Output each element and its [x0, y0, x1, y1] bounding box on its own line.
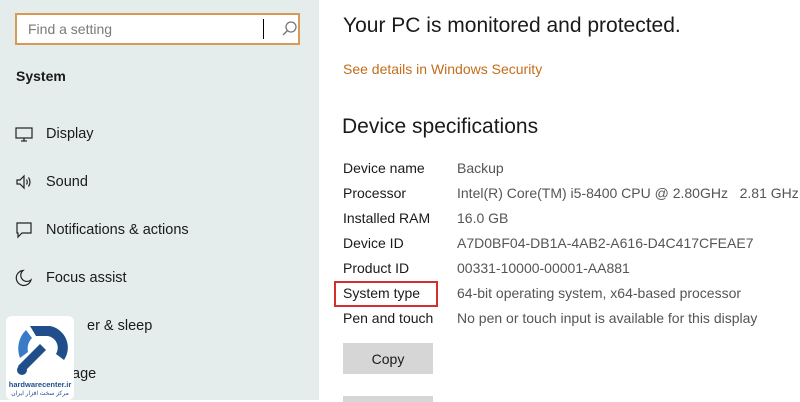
speaker-icon	[16, 174, 31, 190]
spec-value: 64-bit operating system, x64-based proce…	[457, 285, 742, 301]
sidebar-item-display[interactable]: Display	[0, 116, 319, 152]
spec-value: Intel(R) Core(TM) i5-8400 CPU @ 2.80GHz …	[457, 185, 799, 201]
spec-label: Product ID	[343, 260, 410, 276]
spec-label: Processor	[343, 185, 407, 201]
spec-row-installed-ram: Installed RAM 16.0 GB	[343, 210, 798, 232]
watermark-site: hardwarecenter.ir	[8, 380, 72, 389]
spec-row-product-id: Product ID 00331-10000-00001-AA881	[343, 260, 798, 282]
spec-value: Backup	[457, 160, 504, 176]
spec-row-device-id: Device ID A7D0BF04-DB1A-4AB2-A616-D4C417…	[343, 235, 798, 257]
sidebar-item-focus-assist[interactable]: Focus assist	[0, 260, 319, 296]
moon-icon	[15, 269, 33, 286]
display-icon	[15, 127, 33, 142]
copy-button[interactable]: Copy	[343, 343, 433, 374]
section-title: System	[16, 68, 66, 84]
spec-value: A7D0BF04-DB1A-4AB2-A616-D4C417CFEAE7	[457, 235, 754, 251]
hardwarecenter-logo: hardwarecenter.ir مرکز سخت افزار ایران	[6, 316, 74, 400]
sidebar-item-notifications[interactable]: Notifications & actions	[0, 212, 319, 248]
spec-value: 16.0 GB	[457, 210, 509, 226]
system-type-highlight	[334, 281, 438, 307]
spec-label: Pen and touch	[343, 310, 434, 326]
watermark-tagline: مرکز سخت افزار ایران	[11, 391, 69, 397]
sidebar-item-label: Display	[46, 126, 94, 142]
sidebar-item-label: er & sleep	[87, 318, 153, 334]
sidebar-item-sound[interactable]: Sound	[0, 164, 319, 200]
security-status-heading: Your PC is monitored and protected.	[343, 14, 681, 37]
rename-button-partial[interactable]	[343, 396, 433, 402]
text-caret	[263, 19, 264, 39]
sidebar-item-label: age	[72, 366, 97, 382]
spec-row-processor: Processor Intel(R) Core(TM) i5-8400 CPU …	[343, 185, 799, 207]
notification-icon	[16, 222, 32, 239]
spec-row-device-name: Device name Backup	[343, 160, 798, 182]
sidebar-item-label: Notifications & actions	[46, 222, 189, 238]
wrench-logo-icon	[17, 326, 68, 375]
search-input[interactable]: Find a setting	[28, 21, 112, 37]
search-icon[interactable]	[281, 20, 299, 38]
device-specifications-heading: Device specifications	[342, 115, 539, 138]
spec-label: Device name	[343, 160, 425, 176]
sidebar-item-label: Focus assist	[46, 270, 127, 286]
search-box[interactable]: Find a setting	[15, 13, 300, 45]
spec-label: Installed RAM	[343, 210, 431, 226]
spec-value: 00331-10000-00001-AA881	[457, 260, 630, 276]
spec-value: No pen or touch input is available for t…	[457, 310, 758, 326]
spec-label: Device ID	[343, 235, 404, 251]
spec-row-pen-and-touch: Pen and touch No pen or touch input is a…	[343, 310, 798, 332]
windows-security-link[interactable]: See details in Windows Security	[343, 61, 542, 77]
main-content: Your PC is monitored and protected. See …	[319, 0, 800, 400]
sidebar-item-label: Sound	[46, 174, 88, 190]
